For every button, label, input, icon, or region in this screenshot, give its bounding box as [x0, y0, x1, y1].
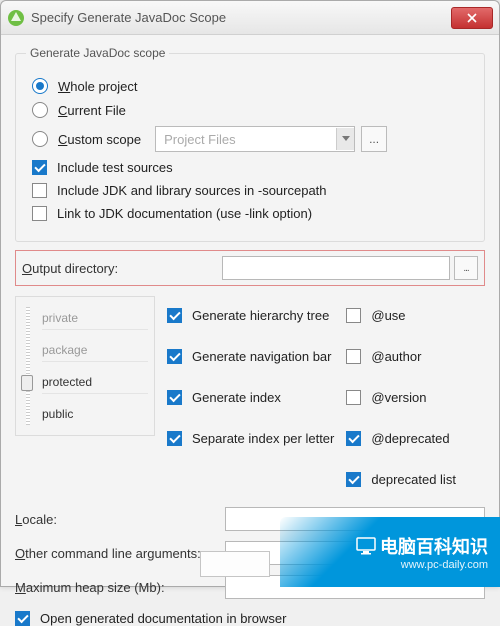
check-include-test-label: Include test sources	[57, 160, 173, 175]
check-use-label: @use	[371, 308, 405, 323]
check-deprecated-list-label: deprecated list	[371, 472, 456, 487]
check-open-browser-label: Open generated documentation in browser	[40, 611, 286, 626]
heap-label: Maximum heap size (Mb):	[15, 580, 225, 595]
scope-group: Generate JavaDoc scope Whole project Cur…	[15, 53, 485, 242]
output-browse-button[interactable]: ...	[454, 256, 478, 280]
radio-current-file-label: Current File	[58, 103, 126, 118]
radio-custom-scope-label: Custom scope	[58, 132, 141, 147]
radio-whole-project[interactable]	[32, 78, 48, 94]
slider-private: private	[42, 307, 148, 330]
output-dir-label: Output directory:	[22, 261, 222, 276]
check-author[interactable]	[346, 349, 361, 364]
check-deprecated[interactable]	[346, 431, 361, 446]
slider-thumb[interactable]	[21, 375, 33, 391]
check-sep-index-label: Separate index per letter	[192, 431, 334, 446]
slider-protected: protected	[42, 371, 148, 394]
close-icon	[467, 13, 477, 23]
watermark-text: 电脑百科知识	[380, 533, 488, 559]
locale-label: Locale:	[15, 512, 225, 527]
check-link-jdk[interactable]	[32, 206, 47, 221]
check-index[interactable]	[167, 390, 182, 405]
output-row-highlight: Output directory: ...	[15, 250, 485, 286]
check-nav[interactable]	[167, 349, 182, 364]
check-hierarchy[interactable]	[167, 308, 182, 323]
watermark-url: www.pc-daily.com	[401, 559, 488, 571]
check-link-jdk-label: Link to JDK documentation (use -link opt…	[57, 206, 312, 221]
monitor-icon	[356, 536, 376, 556]
scope-ellipsis-button[interactable]: ...	[361, 126, 387, 152]
app-icon	[7, 9, 25, 27]
footer-buttons	[200, 551, 270, 577]
output-dir-input[interactable]	[222, 256, 450, 280]
visibility-slider[interactable]: private package protected public	[15, 296, 155, 436]
check-deprecated-label: @deprecated	[371, 431, 449, 446]
check-include-jdk[interactable]	[32, 183, 47, 198]
check-version[interactable]	[346, 390, 361, 405]
slider-rail	[26, 307, 30, 425]
close-button[interactable]	[451, 7, 493, 29]
slider-public: public	[42, 403, 148, 425]
check-index-label: Generate index	[192, 390, 281, 405]
radio-whole-project-label: Whole project	[58, 79, 138, 94]
check-include-jdk-label: Include JDK and library sources in -sour…	[57, 183, 327, 198]
check-hierarchy-label: Generate hierarchy tree	[192, 308, 329, 323]
chevron-down-icon	[336, 128, 354, 150]
check-use[interactable]	[346, 308, 361, 323]
footer-button-1[interactable]	[200, 551, 270, 577]
check-nav-label: Generate navigation bar	[192, 349, 331, 364]
check-include-test[interactable]	[32, 160, 47, 175]
check-version-label: @version	[371, 390, 426, 405]
other-args-label: OOther command line arguments:ther comma…	[15, 546, 225, 561]
scope-dropdown-value: Project Files	[164, 132, 236, 147]
scope-dropdown[interactable]: Project Files	[155, 126, 355, 152]
check-deprecated-list[interactable]	[346, 472, 361, 487]
window-title: Specify Generate JavaDoc Scope	[31, 10, 451, 25]
watermark: 电脑百科知识 www.pc-daily.com	[280, 517, 500, 587]
check-author-label: @author	[371, 349, 421, 364]
slider-package: package	[42, 339, 148, 362]
titlebar: Specify Generate JavaDoc Scope	[1, 1, 499, 35]
check-sep-index[interactable]	[167, 431, 182, 446]
check-open-browser[interactable]	[15, 611, 30, 626]
radio-current-file[interactable]	[32, 102, 48, 118]
group-title: Generate JavaDoc scope	[26, 46, 169, 60]
radio-custom-scope[interactable]	[32, 131, 48, 147]
